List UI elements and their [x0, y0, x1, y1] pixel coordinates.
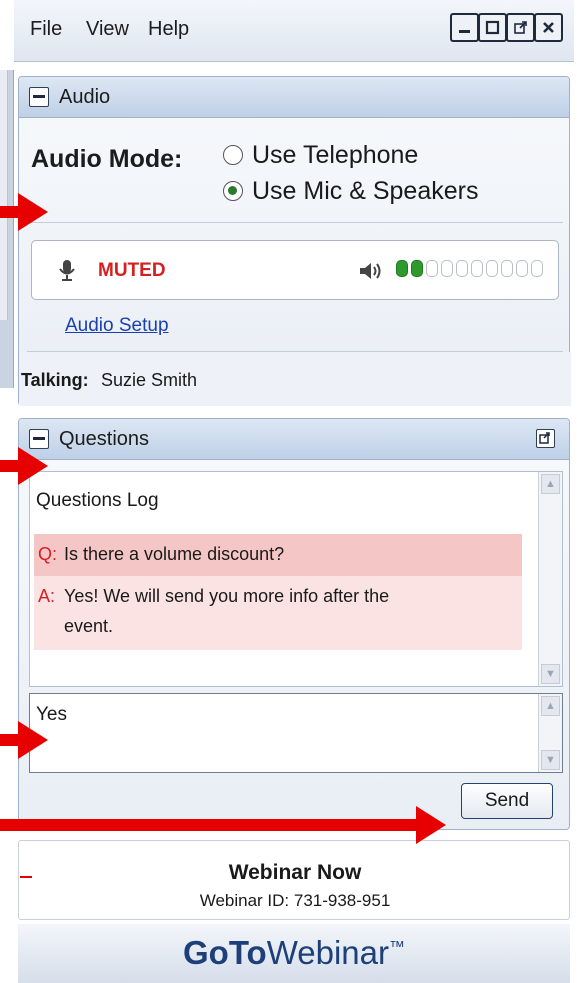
brand-footer: GoToWebinar™	[18, 924, 570, 983]
speaker-level-segment	[426, 260, 438, 278]
audio-panel-title: Audio	[59, 86, 111, 108]
scroll-down-icon[interactable]: ▼	[541, 750, 560, 770]
speaker-level-segment	[516, 260, 528, 278]
speaker-level-segment	[396, 260, 408, 278]
questions-panel-title: Questions	[59, 428, 150, 450]
speaker-level-segment	[456, 260, 468, 278]
questions-collapse-button[interactable]	[29, 429, 49, 449]
questions-log: Questions Log Q: Is there a volume disco…	[29, 471, 563, 687]
minimize-button[interactable]	[450, 13, 479, 42]
annotation-arrow	[0, 721, 48, 759]
send-button[interactable]: Send	[461, 783, 553, 819]
speaker-level-meter	[396, 260, 546, 278]
annotation-mark	[20, 876, 32, 878]
questions-popout-button[interactable]	[536, 429, 555, 448]
maximize-icon	[485, 20, 500, 35]
speaker-level-segment	[501, 260, 513, 278]
background-window-edge-inner	[0, 70, 8, 320]
webinar-info-box: Webinar Now Webinar ID: 731-938-951	[18, 840, 570, 920]
popout-icon	[514, 21, 527, 34]
answer-text-line2: event.	[64, 616, 114, 636]
talking-name: Suzie Smith	[101, 370, 198, 390]
speaker-level-segment	[441, 260, 453, 278]
menu-view[interactable]: View	[86, 18, 129, 41]
question-text: Is there a volume discount?	[64, 544, 285, 564]
audio-mode-label: Audio Mode:	[31, 145, 183, 173]
menu-bar: File View Help	[14, 0, 574, 62]
minimize-icon	[459, 30, 470, 33]
microphone-icon[interactable]	[58, 259, 76, 283]
questions-log-title: Questions Log	[36, 490, 159, 511]
answer-prefix: A:	[38, 586, 56, 606]
gotowebinar-logo: GoToWebinar™	[18, 934, 570, 972]
talking-label: Talking:	[21, 370, 89, 390]
audio-status-box: MUTED	[31, 240, 559, 300]
use-telephone-radio[interactable]	[223, 145, 243, 165]
logo-tm: ™	[389, 939, 405, 956]
menu-file[interactable]: File	[30, 18, 62, 41]
close-icon	[543, 22, 554, 33]
speaker-level-segment	[471, 260, 483, 278]
divider	[27, 222, 563, 223]
questions-log-scrollbar[interactable]: ▲ ▼	[538, 472, 562, 686]
audio-panel-header: Audio	[19, 77, 569, 118]
question-entry: Q: Is there a volume discount?	[34, 534, 522, 576]
speaker-level-segment	[411, 260, 423, 278]
scroll-up-icon[interactable]: ▲	[541, 696, 560, 716]
audio-panel: Audio Audio Mode: Use Telephone Use Mic …	[18, 76, 571, 406]
question-input[interactable]: Yes ▲ ▼	[29, 693, 563, 773]
speaker-level-segment	[486, 260, 498, 278]
close-button[interactable]	[534, 13, 563, 42]
annotation-arrow	[0, 193, 48, 231]
maximize-button[interactable]	[478, 13, 507, 42]
answer-entry: A: Yes! We will send you more info after…	[34, 576, 522, 650]
webinar-id: Webinar ID: 731-938-951	[199, 891, 391, 910]
use-mic-speakers-label[interactable]: Use Mic & Speakers	[252, 177, 478, 206]
use-telephone-label[interactable]: Use Telephone	[252, 141, 418, 170]
logo-webinar: Webinar	[266, 934, 389, 971]
answer-text-line1: Yes! We will send you more info after th…	[64, 586, 390, 606]
popout-icon	[539, 432, 550, 444]
question-input-scrollbar[interactable]: ▲ ▼	[538, 694, 562, 772]
audio-collapse-button[interactable]	[29, 87, 49, 107]
questions-panel: Questions Questions Log Q: Is there a vo…	[18, 418, 570, 830]
annotation-arrow	[0, 447, 48, 485]
speaker-level-segment	[531, 260, 543, 278]
mic-muted-status: MUTED	[98, 260, 166, 281]
questions-panel-header: Questions	[19, 419, 569, 460]
speaker-icon[interactable]	[358, 260, 384, 282]
scroll-down-icon[interactable]: ▼	[541, 664, 560, 684]
logo-goto: GoTo	[183, 934, 267, 971]
question-prefix: Q:	[38, 544, 58, 564]
popout-button[interactable]	[506, 13, 535, 42]
webinar-name: Webinar Now	[228, 861, 362, 884]
use-mic-speakers-radio[interactable]	[223, 181, 243, 201]
audio-setup-link[interactable]: Audio Setup	[65, 315, 169, 337]
menu-help[interactable]: Help	[148, 18, 189, 41]
annotation-arrow	[0, 806, 446, 844]
scroll-up-icon[interactable]: ▲	[541, 474, 560, 494]
